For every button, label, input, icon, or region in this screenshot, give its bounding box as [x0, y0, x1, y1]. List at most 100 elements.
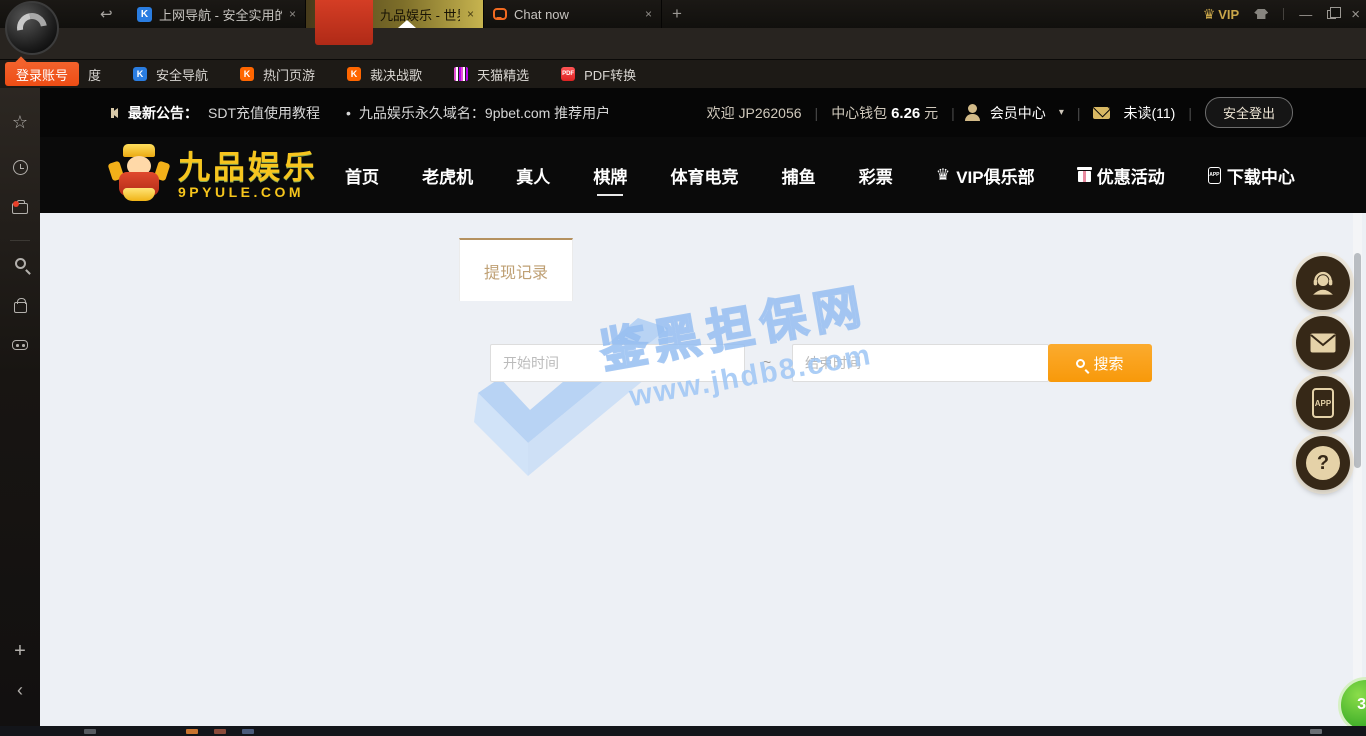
logout-button[interactable]: 安全登出	[1205, 97, 1293, 128]
bookmark-pdf-convert[interactable]: PDF转换	[584, 65, 636, 84]
tmall-icon	[454, 67, 468, 81]
site-logo[interactable]: 九品娱乐 9PYULE.COM	[110, 144, 318, 206]
crown-icon: ♛	[936, 165, 950, 185]
customer-service-button[interactable]	[1296, 256, 1350, 310]
browser-address-bar	[0, 28, 1366, 60]
headset-icon	[1308, 269, 1338, 297]
announcement-item[interactable]: SDT充值使用教程	[208, 103, 320, 123]
search-icon	[1076, 359, 1085, 368]
app-phone-icon: APP	[1312, 388, 1334, 418]
nav-live[interactable]: 真人	[516, 163, 550, 188]
divider: |	[1077, 105, 1081, 121]
site-domain: 9PYULE.COM	[178, 184, 318, 200]
divider	[10, 240, 30, 241]
wallet[interactable]: 中心钱包 6.26 元	[831, 103, 938, 123]
close-button[interactable]: ×	[1351, 6, 1360, 23]
nav-vip-club[interactable]: ♛VIP俱乐部	[936, 163, 1035, 188]
unread-link[interactable]: 未读(11)	[1123, 103, 1175, 123]
nav-fishing[interactable]: 捕鱼	[782, 163, 816, 188]
divider: |	[815, 105, 819, 121]
tilde-separator: ~	[763, 354, 771, 370]
mascot-favicon	[315, 0, 373, 45]
tab-title: 上网导航 - 安全实用的	[159, 5, 282, 24]
browser-tab-bar: ↩ K 上网导航 - 安全实用的 × 九品娱乐 - 世界顶级娱 × Chat n…	[0, 0, 1366, 28]
k-favicon: K	[137, 7, 152, 22]
tab-9pyule-active[interactable]: 九品娱乐 - 世界顶级娱 ×	[306, 0, 484, 28]
app-phone-icon: APP	[1208, 167, 1221, 184]
envelope-icon	[1309, 332, 1337, 354]
question-icon: ?	[1306, 446, 1340, 480]
search-icon[interactable]	[0, 258, 40, 269]
bookmark-safe-nav[interactable]: 安全导航	[156, 65, 208, 84]
window-controls: ♛VIP — ×	[1203, 0, 1360, 28]
bookmark-hot-games[interactable]: 热门页游	[263, 65, 315, 84]
search-button[interactable]: 搜索	[1048, 344, 1152, 382]
site-name: 九品娱乐	[178, 150, 318, 184]
bird-swirl-icon	[11, 7, 53, 49]
speaker-icon	[106, 108, 118, 118]
scrollbar-thumb[interactable]	[1354, 253, 1361, 468]
user-icon	[968, 104, 977, 113]
bullet: •	[346, 105, 351, 121]
bookmark-tmall[interactable]: 天猫精选	[477, 65, 529, 84]
browser-vip-button[interactable]: ♛VIP	[1203, 6, 1240, 23]
bookmark-partial[interactable]: 度	[88, 65, 101, 84]
k-orange-icon: K	[347, 67, 361, 81]
login-account-tooltip[interactable]: 登录账号	[5, 62, 79, 86]
tab-withdraw-records[interactable]: 提现记录	[459, 238, 573, 301]
maximize-button[interactable]	[1327, 10, 1336, 19]
windows-taskbar[interactable]	[0, 726, 1366, 736]
tab-close-icon[interactable]: ×	[467, 7, 474, 21]
new-tab-button[interactable]: +	[662, 0, 692, 28]
tab-nav-site[interactable]: K 上网导航 - 安全实用的 ×	[128, 0, 306, 28]
k-orange-icon: K	[240, 67, 254, 81]
crown-icon: ♛	[1203, 6, 1216, 23]
tab-close-icon[interactable]: ×	[289, 7, 296, 21]
add-icon[interactable]: +	[0, 640, 40, 663]
favorites-star-icon[interactable]: ☆	[0, 112, 40, 133]
browser-logo[interactable]	[5, 1, 59, 55]
tab-close-icon[interactable]: ×	[645, 7, 652, 21]
active-tab-notch	[398, 20, 416, 28]
announcement-bar: 最新公告： SDT充值使用教程 • 九品娱乐永久域名：9pbet.com 推荐用…	[40, 88, 1366, 137]
nav-sports[interactable]: 体育电竞	[671, 163, 739, 188]
nav-home[interactable]: 首页	[345, 163, 379, 188]
mail-icon	[1093, 107, 1110, 119]
start-time-input[interactable]	[490, 344, 745, 382]
chat-bubble-icon	[493, 8, 507, 20]
gamepad-icon[interactable]	[0, 340, 40, 350]
skin-icon[interactable]	[1254, 9, 1268, 19]
divider	[1283, 8, 1284, 20]
pdf-icon: PDF	[561, 67, 575, 81]
nav-download[interactable]: APP下载中心	[1208, 163, 1295, 188]
nav-chess[interactable]: 棋牌	[593, 163, 627, 188]
bookmark-verdict-song[interactable]: 裁决战歌	[370, 65, 422, 84]
announcement-item[interactable]: 九品娱乐永久域名：9pbet.com 推荐用户	[359, 103, 610, 123]
collapse-icon[interactable]: ‹	[0, 680, 40, 701]
scrollbar[interactable]	[1353, 213, 1362, 726]
browser-back-arrow-icon[interactable]: ↩	[100, 5, 113, 23]
minimize-button[interactable]: —	[1299, 7, 1312, 22]
nav-slots[interactable]: 老虎机	[422, 163, 473, 188]
end-time-input[interactable]	[792, 344, 1049, 382]
tab-chat[interactable]: Chat now ×	[484, 0, 662, 28]
k-blue-icon: K	[133, 67, 147, 81]
welcome-user: 欢迎 JP262056	[707, 103, 802, 123]
nav-promotions[interactable]: 优惠活动	[1078, 163, 1165, 188]
divider: |	[1188, 105, 1192, 121]
divider: |	[951, 105, 955, 121]
tab-title: 九品娱乐 - 世界顶级娱	[380, 5, 460, 24]
mascot-logo	[110, 144, 168, 206]
member-center-link[interactable]: 会员中心	[990, 103, 1046, 123]
app-download-button[interactable]: APP	[1296, 376, 1350, 430]
help-button[interactable]: ?	[1296, 436, 1350, 490]
notification-dot	[13, 201, 19, 207]
announcement-label: 最新公告：	[128, 103, 198, 123]
chevron-down-icon[interactable]: ▾	[1059, 107, 1064, 118]
browser-side-rail: ☆ + ‹	[0, 88, 40, 726]
briefcase-icon[interactable]	[0, 203, 40, 214]
history-clock-icon[interactable]	[0, 160, 40, 175]
mail-button[interactable]	[1296, 316, 1350, 370]
nav-lottery[interactable]: 彩票	[859, 163, 893, 188]
shopping-bag-icon[interactable]	[0, 298, 40, 313]
